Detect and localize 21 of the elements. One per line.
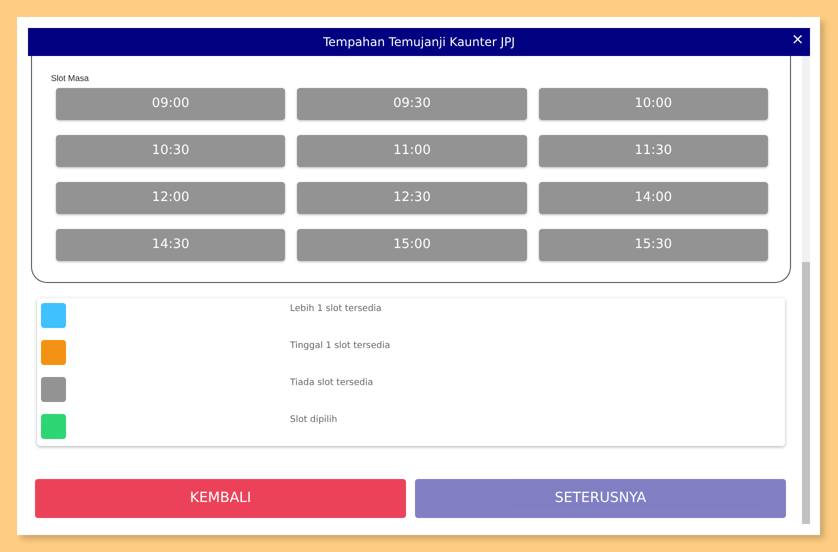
legend-label: Tinggal 1 slot tersedia xyxy=(290,340,390,353)
time-slot-button[interactable]: 10:00 xyxy=(538,88,768,120)
dialog-title: Tempahan Temujanji Kaunter JPJ xyxy=(323,34,515,51)
legend-label: Lebih 1 slot tersedia xyxy=(290,303,382,316)
time-slot-button[interactable]: 12:00 xyxy=(56,182,286,214)
back-button[interactable]: KEMBALI xyxy=(35,479,406,518)
time-slot-button[interactable]: 09:30 xyxy=(297,88,527,120)
time-slot-button[interactable]: 14:30 xyxy=(56,228,286,261)
legend-label: Slot dipilih xyxy=(290,414,338,427)
time-slot-button[interactable]: 15:00 xyxy=(297,228,527,261)
time-slot-button[interactable]: 15:30 xyxy=(538,228,768,261)
time-slot-button[interactable]: 09:00 xyxy=(56,88,286,120)
time-slot-button[interactable]: 12:30 xyxy=(297,182,527,214)
time-slot-button[interactable]: 11:00 xyxy=(297,134,527,167)
time-slot-button[interactable]: 11:30 xyxy=(538,134,768,167)
time-slot-button[interactable]: 14:00 xyxy=(538,182,768,214)
legend-label: Tiada slot tersedia xyxy=(290,377,374,390)
close-button[interactable]: × xyxy=(789,30,806,48)
scrollbar[interactable] xyxy=(802,56,810,524)
time-slot-button[interactable]: 10:30 xyxy=(56,134,286,167)
slot-label: Slot Masa xyxy=(51,72,90,85)
